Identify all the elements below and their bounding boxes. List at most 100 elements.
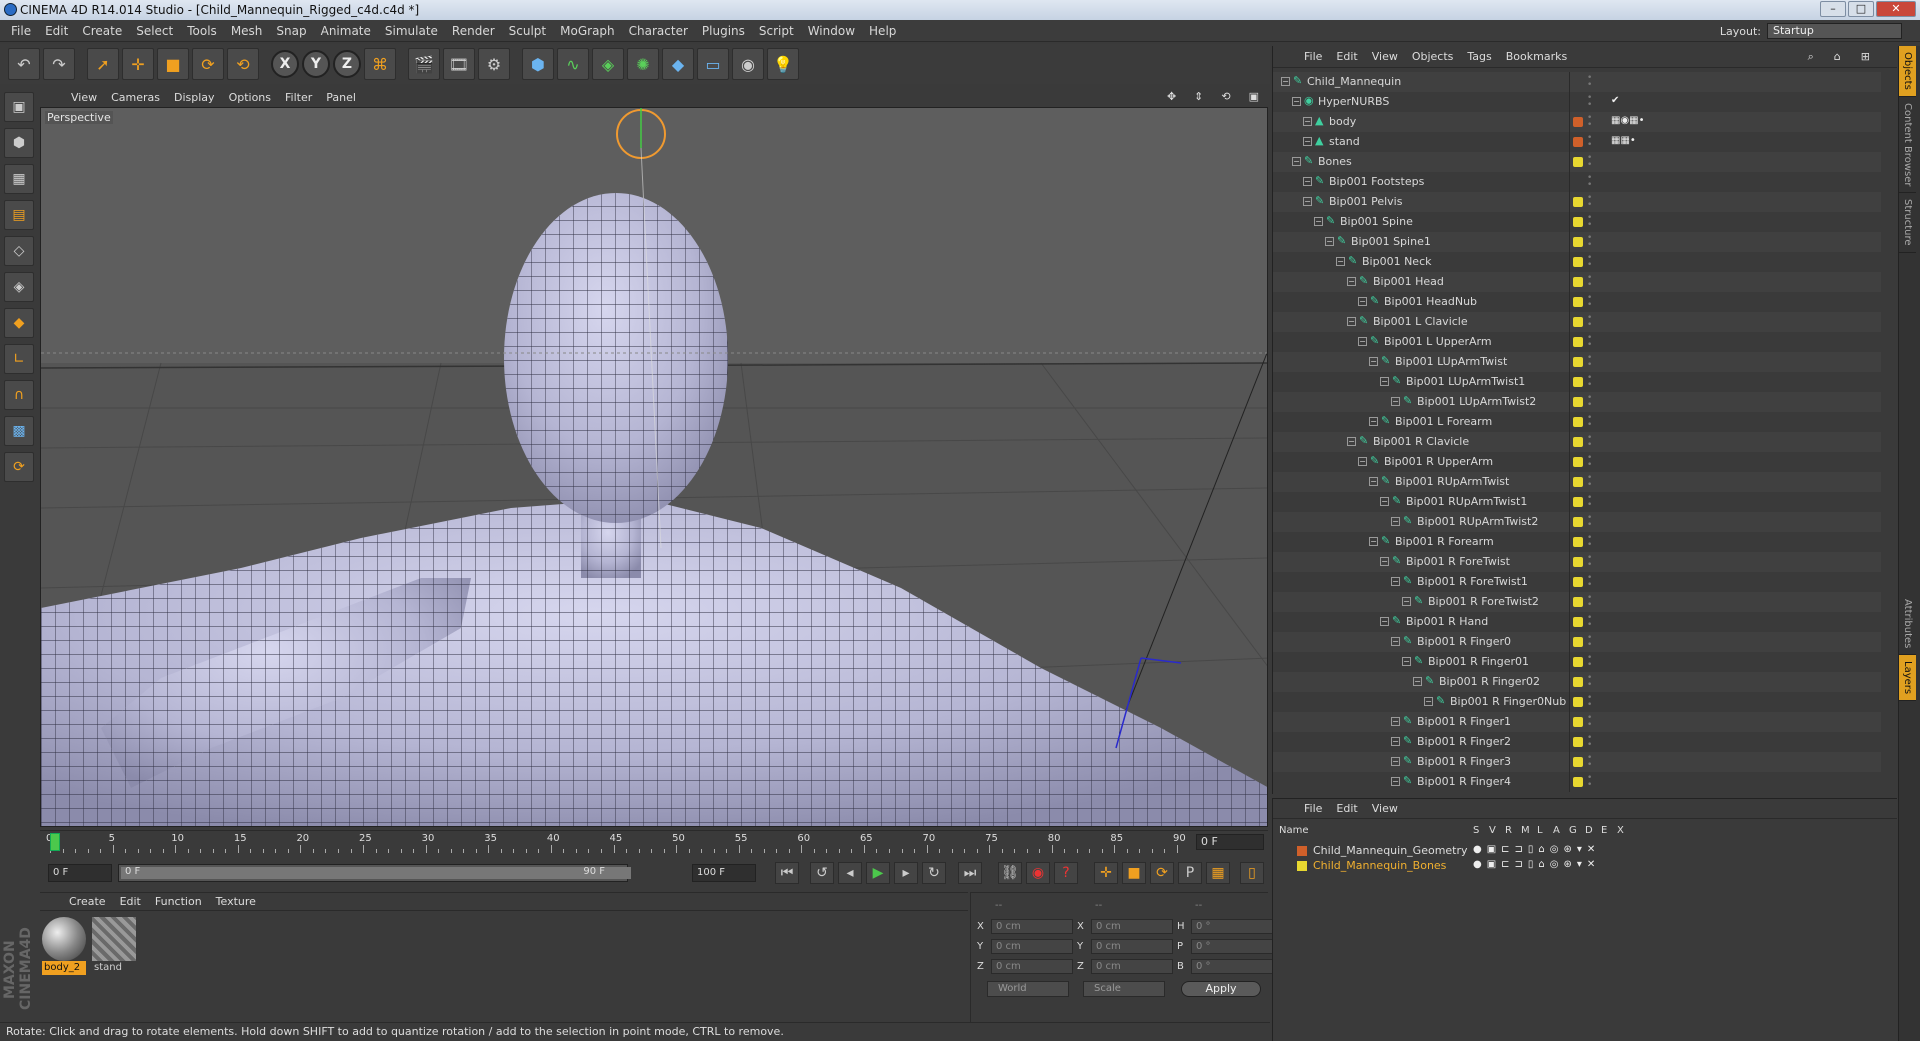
visibility-dots-icon[interactable]: • • — [1587, 594, 1592, 610]
object-row[interactable]: − ✎ Bip001 R Finger01 • • — [1273, 652, 1881, 672]
position-x-field[interactable]: 0 cm — [991, 919, 1073, 934]
object-row[interactable]: − ✎ Bip001 R Finger2 • • — [1273, 732, 1881, 752]
object-row[interactable]: − ✎ Bip001 R Finger02 • • — [1273, 672, 1881, 692]
spline-icon[interactable]: ∿ — [557, 48, 589, 80]
layer-color-tag[interactable] — [1573, 257, 1583, 267]
material-menu-function[interactable]: Function — [148, 895, 209, 908]
object-row[interactable]: − ✎ Bip001 Spine1 • • — [1273, 232, 1881, 252]
pan-icon[interactable]: ✥ — [1160, 90, 1183, 103]
move-icon[interactable]: ✛ — [122, 48, 154, 80]
layer-color-tag[interactable] — [1573, 237, 1583, 247]
orbit-icon[interactable]: ⟲ — [1214, 90, 1237, 103]
object-tags[interactable]: ▦◉▦• — [1611, 115, 1645, 126]
visibility-dots-icon[interactable]: • • — [1587, 694, 1592, 710]
layer-color-tag[interactable] — [1573, 597, 1583, 607]
viewport-menu-display[interactable]: Display — [167, 91, 222, 104]
object-row[interactable]: − ✎ Bip001 Pelvis • • — [1273, 192, 1881, 212]
expand-toggle-icon[interactable]: − — [1402, 657, 1411, 666]
layer-color-tag[interactable] — [1573, 457, 1583, 467]
expand-toggle-icon[interactable]: − — [1369, 357, 1378, 366]
menu-item-snap[interactable]: Snap — [269, 24, 313, 38]
size-z-field[interactable]: 0 cm — [1091, 959, 1173, 974]
expand-toggle-icon[interactable]: − — [1391, 517, 1400, 526]
visibility-dots-icon[interactable]: • • — [1587, 394, 1592, 410]
visibility-dots-icon[interactable]: • • — [1587, 734, 1592, 750]
current-frame-field[interactable]: 0 F — [1196, 834, 1264, 850]
expand-toggle-icon[interactable]: − — [1391, 637, 1400, 646]
array-icon[interactable]: ✺ — [627, 48, 659, 80]
material-menu-create[interactable]: Create — [62, 895, 113, 908]
close-button[interactable]: ✕ — [1876, 1, 1916, 17]
visibility-dots-icon[interactable]: • • — [1587, 654, 1592, 670]
keyframe-selection-icon[interactable]: ? — [1054, 862, 1078, 884]
object-row[interactable]: − ✎ Bip001 R ForeTwist2 • • — [1273, 592, 1881, 612]
visibility-dots-icon[interactable]: • • — [1587, 254, 1592, 270]
layer-flag-icons[interactable]: ●▣⊏⊐▯⌂◎⊛▾✕ — [1473, 844, 1600, 855]
go-to-start-icon[interactable]: ⏮ — [775, 862, 799, 884]
key-pla-icon[interactable]: ▦ — [1206, 862, 1230, 884]
object-row[interactable]: − ✎ Bip001 R UpperArm • • — [1273, 452, 1881, 472]
object-row[interactable]: − ✎ Bip001 L Clavicle • • — [1273, 312, 1881, 332]
material-menu-edit[interactable]: Edit — [113, 895, 148, 908]
apply-button[interactable]: Apply — [1181, 981, 1261, 997]
layer-menu-view[interactable]: View — [1365, 802, 1405, 815]
go-to-end-icon[interactable]: ⏭ — [958, 862, 982, 884]
material-swatch-stand[interactable]: stand — [92, 917, 136, 975]
layer-color-tag[interactable] — [1573, 737, 1583, 747]
menu-item-tools[interactable]: Tools — [180, 24, 224, 38]
size-y-field[interactable]: 0 cm — [1091, 939, 1173, 954]
rotate-icon[interactable]: ⟳ — [192, 48, 224, 80]
object-row[interactable]: − ✎ Bip001 R Finger1 • • — [1273, 712, 1881, 732]
live-selection-icon[interactable]: ➚ — [87, 48, 119, 80]
layer-row[interactable]: Child_Mannequin_Geometry ●▣⊏⊐▯⌂◎⊛▾✕ — [1273, 843, 1881, 858]
maximize-button[interactable]: □ — [1848, 1, 1874, 17]
viewport-menu-options[interactable]: Options — [222, 91, 278, 104]
layer-color-tag[interactable] — [1573, 337, 1583, 347]
coordinate-system-dropdown[interactable]: World — [987, 981, 1069, 997]
visibility-dots-icon[interactable]: • • — [1587, 174, 1592, 190]
camera-icon[interactable]: ◉ — [732, 48, 764, 80]
side-tab-layers[interactable]: Layers — [1899, 655, 1916, 702]
render-settings-icon[interactable]: ⚙ — [478, 48, 510, 80]
maximize-view-icon[interactable]: ▣ — [1242, 90, 1266, 103]
material-swatch-body2[interactable]: body_2 — [42, 917, 86, 975]
expand-toggle-icon[interactable]: − — [1391, 737, 1400, 746]
visibility-dots-icon[interactable]: • • — [1587, 214, 1592, 230]
object-menu-view[interactable]: View — [1365, 50, 1405, 63]
menu-item-select[interactable]: Select — [129, 24, 180, 38]
expand-toggle-icon[interactable]: − — [1380, 497, 1389, 506]
workplane-grid-icon[interactable]: ▩ — [4, 416, 34, 446]
object-row[interactable]: − ✎ Bip001 R Finger4 • • — [1273, 772, 1881, 792]
object-tags[interactable]: ▦▦• — [1611, 135, 1636, 146]
object-menu-tags[interactable]: Tags — [1460, 50, 1498, 63]
record-keys-icon[interactable]: ⛓ — [998, 862, 1022, 884]
object-tags[interactable]: ✔ — [1611, 95, 1619, 106]
object-row[interactable]: − ✎ Bip001 Neck • • — [1273, 252, 1881, 272]
step-forward-icon[interactable]: ▸ — [894, 862, 918, 884]
expand-toggle-icon[interactable]: − — [1391, 397, 1400, 406]
visibility-dots-icon[interactable]: • • — [1587, 354, 1592, 370]
visibility-dots-icon[interactable]: • • — [1587, 674, 1592, 690]
menu-item-plugins[interactable]: Plugins — [695, 24, 752, 38]
expand-toggle-icon[interactable]: − — [1303, 137, 1312, 146]
menu-item-mograph[interactable]: MoGraph — [553, 24, 622, 38]
layer-color-tag[interactable] — [1573, 317, 1583, 327]
step-back-icon[interactable]: ◂ — [838, 862, 862, 884]
key-position-icon[interactable]: ✛ — [1094, 862, 1118, 884]
axis-mode-icon[interactable]: ∟ — [4, 344, 34, 374]
menu-item-window[interactable]: Window — [801, 24, 862, 38]
polygons-mode-icon[interactable]: ◆ — [4, 308, 34, 338]
z-axis-lock-icon[interactable]: Z — [333, 50, 361, 78]
layer-color-swatch[interactable] — [1297, 861, 1307, 871]
layer-flag-icons[interactable]: ●▣⊏⊐▯⌂◎⊛▾✕ — [1473, 859, 1600, 870]
edges-mode-icon[interactable]: ◈ — [4, 272, 34, 302]
menu-item-script[interactable]: Script — [752, 24, 801, 38]
range-slider[interactable]: 0 F 90 F — [118, 864, 631, 882]
viewport-menu-panel[interactable]: Panel — [319, 91, 363, 104]
object-menu-file[interactable]: File — [1297, 50, 1329, 63]
layer-color-tag[interactable] — [1573, 277, 1583, 287]
go-to-prev-key-icon[interactable]: ↺ — [810, 862, 834, 884]
floor-icon[interactable]: ▭ — [697, 48, 729, 80]
layer-color-tag[interactable] — [1573, 477, 1583, 487]
visibility-dots-icon[interactable]: • • — [1587, 714, 1592, 730]
